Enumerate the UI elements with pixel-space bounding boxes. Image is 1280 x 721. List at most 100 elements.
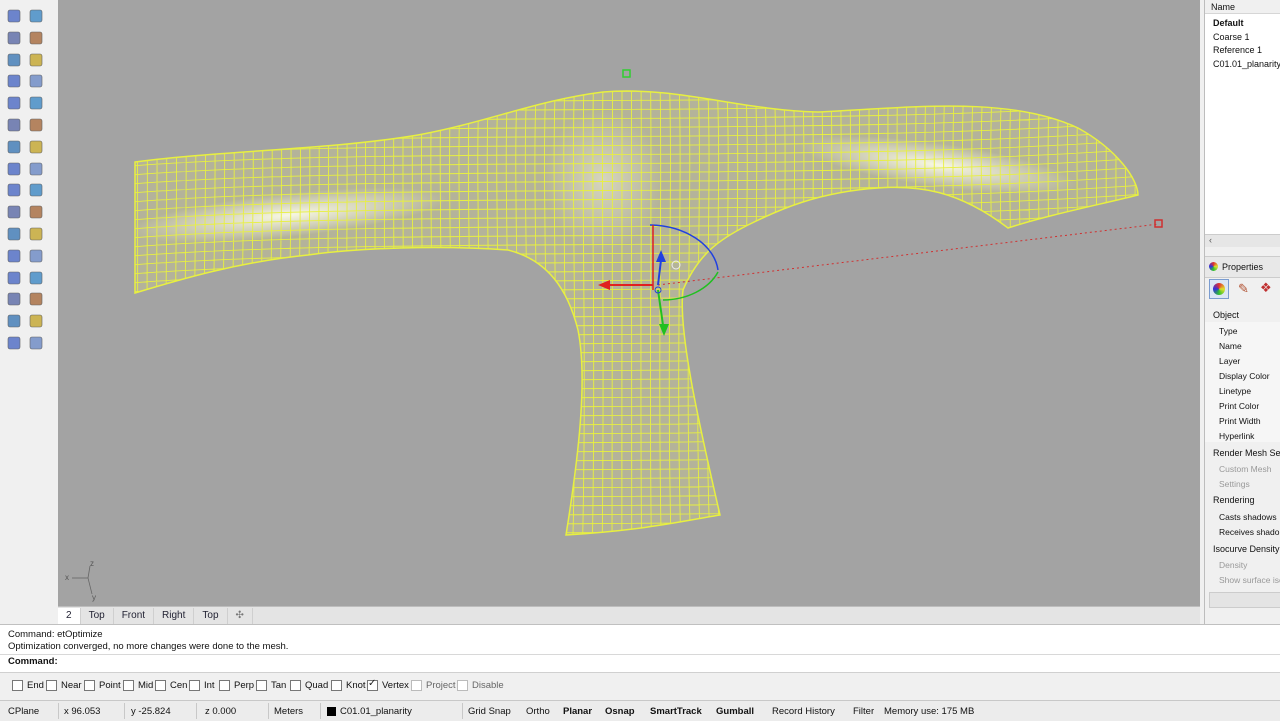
layers-scrollbar[interactable]: ‹ [1205,234,1280,247]
tab-top-2[interactable]: Top [194,608,228,624]
layer-item[interactable]: Coarse 1 [1213,32,1250,42]
osnap-end[interactable]: End [12,680,44,691]
extend-icon[interactable] [26,224,46,244]
box-icon[interactable] [4,115,24,135]
cylinder-icon[interactable] [4,137,24,157]
planar-toggle[interactable]: Planar [563,706,592,717]
osnap-toggle[interactable]: Osnap [605,706,635,717]
osnap-quad[interactable]: Quad [290,680,328,691]
osnap-checkbox[interactable] [411,680,422,691]
field-density: Density [1219,560,1248,570]
polyline-icon[interactable] [4,50,24,70]
smarttrack-toggle[interactable]: SmartTrack [650,706,702,717]
perspective-viewport[interactable]: x z y [58,0,1200,606]
array-icon[interactable] [4,268,24,288]
circle-icon[interactable] [4,28,24,48]
add-viewport-tab-icon[interactable]: ✣ [228,608,253,624]
select-icon[interactable] [4,6,24,26]
field-print-width: Print Width [1219,416,1261,426]
osnap-cen[interactable]: Cen [155,680,187,691]
osnap-checkbox[interactable] [46,680,57,691]
osnap-checkbox[interactable] [457,680,468,691]
osnap-checkbox[interactable] [123,680,134,691]
command-area[interactable]: Command: etOptimize Optimization converg… [0,624,1280,673]
ortho-toggle[interactable]: Ortho [526,706,550,717]
osnap-checkbox[interactable] [367,678,378,691]
circle-center-icon[interactable] [4,71,24,91]
field-settings: Settings [1219,479,1250,489]
material-button[interactable]: ✎ [1233,279,1251,297]
point-icon[interactable] [26,6,46,26]
gumball-toggle[interactable]: Gumball [716,706,754,717]
blend-icon[interactable] [4,202,24,222]
command-history-line: Optimization converged, no more changes … [8,641,289,652]
offset-icon[interactable] [4,224,24,244]
scroll-left-icon[interactable]: ‹ [1209,235,1212,245]
tab-front[interactable]: Front [114,608,155,624]
osnap-checkbox[interactable] [189,680,200,691]
move-icon[interactable] [26,268,46,288]
osnap-disable[interactable]: Disable [457,680,504,691]
lightning-icon[interactable] [26,159,46,179]
sphere-icon[interactable] [26,115,46,135]
osnap-vertex[interactable]: Vertex [367,678,409,691]
grid-icon[interactable] [4,311,24,331]
mesh-icon[interactable] [4,289,24,309]
curve-icon[interactable] [26,71,46,91]
control-point[interactable] [1154,219,1163,228]
split-icon[interactable] [26,180,46,200]
layer-item[interactable]: C01.01_planarity [1213,59,1280,69]
properties-tab[interactable]: Properties [1205,256,1280,278]
control-point[interactable] [622,69,631,78]
osnap-checkbox[interactable] [155,680,166,691]
tab-viewport-count[interactable]: 2 [58,608,81,624]
properties-icon [1209,262,1218,271]
osnap-perp[interactable]: Perp [219,680,254,691]
texture-button[interactable]: ❖ [1257,279,1275,297]
osnap-checkbox[interactable] [219,680,230,691]
record-history-toggle[interactable]: Record History [772,706,835,717]
mesh-surface[interactable] [118,67,1165,554]
tab-top[interactable]: Top [81,608,114,624]
current-layer[interactable]: C01.01_planarity [340,706,412,717]
rectangle-icon[interactable] [26,50,46,70]
command-prompt[interactable]: Command: [8,656,58,667]
osnap-knot[interactable]: Knot [331,680,366,691]
osnap-mid[interactable]: Mid [123,680,153,691]
viewport-canvas[interactable]: x z y [58,0,1200,606]
osnap-tan[interactable]: Tan [256,680,286,691]
osnap-checkbox[interactable] [331,680,342,691]
world-axes-icon [72,565,93,595]
trim-icon[interactable] [4,180,24,200]
layer-item[interactable]: Reference 1 [1213,45,1262,55]
render-icon[interactable] [4,333,24,353]
text-icon[interactable] [4,246,24,266]
arc-icon[interactable] [26,93,46,113]
osnap-near[interactable]: Near [46,680,82,691]
dimension-icon[interactable] [26,246,46,266]
analyze-icon[interactable] [26,289,46,309]
tab-right[interactable]: Right [154,608,195,624]
field-type: Type [1219,326,1238,336]
osnap-int[interactable]: Int [189,680,215,691]
surface-icon[interactable] [26,137,46,157]
lasso-icon[interactable] [26,28,46,48]
osnap-checkbox[interactable] [84,680,95,691]
osnap-point[interactable]: Point [84,680,121,691]
freeform-icon[interactable] [4,93,24,113]
gear-icon[interactable] [4,159,24,179]
units-indicator[interactable]: Meters [274,706,303,717]
filter-button[interactable]: Filter [853,706,874,717]
cplane-indicator[interactable]: CPlane [8,706,39,717]
fillet-icon[interactable] [26,202,46,222]
osnap-checkbox[interactable] [290,680,301,691]
osnap-checkbox[interactable] [256,680,267,691]
grid-snap-toggle[interactable]: Grid Snap [468,706,511,717]
object-properties-button[interactable] [1209,279,1229,299]
check-icon[interactable] [26,311,46,331]
layer-item[interactable]: Default [1213,18,1244,28]
osnap-checkbox[interactable] [12,680,23,691]
osnap-project[interactable]: Project [411,680,456,691]
properties-button-row[interactable] [1209,592,1280,608]
paint-icon[interactable] [26,333,46,353]
